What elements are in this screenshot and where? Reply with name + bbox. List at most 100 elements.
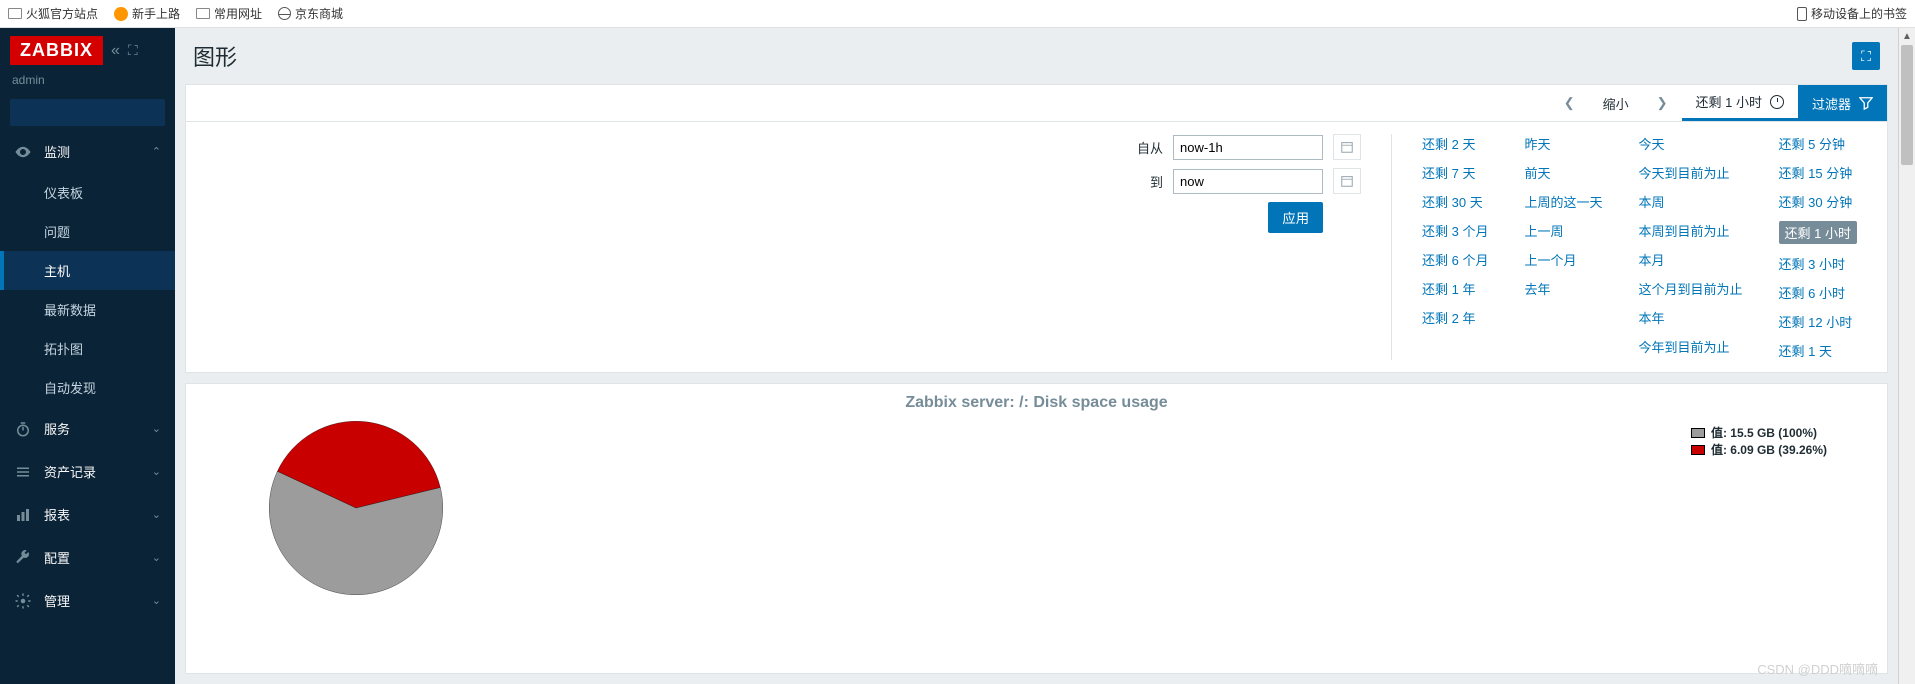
sidebar-item[interactable]: 仪表板 xyxy=(0,173,175,212)
filter-toggle-button[interactable]: 过滤器 xyxy=(1798,85,1887,121)
quick-range-link[interactable]: 上一周 xyxy=(1525,221,1603,240)
quick-range-link[interactable]: 今天 xyxy=(1639,134,1743,153)
bookmark-label: 新手上路 xyxy=(132,5,180,22)
sidebar-search xyxy=(0,95,175,130)
quick-range-link[interactable]: 本周 xyxy=(1639,192,1743,211)
bookmark-item[interactable]: 新手上路 xyxy=(114,5,180,22)
quick-range-link[interactable]: 还剩 1 天 xyxy=(1779,341,1857,360)
quick-range-link[interactable]: 这个月到目前为止 xyxy=(1639,279,1743,298)
quick-range-link[interactable]: 还剩 2 天 xyxy=(1422,134,1488,153)
sidebar-section-reports[interactable]: 报表 ⌄ xyxy=(0,493,175,536)
bookmark-label: 移动设备上的书签 xyxy=(1811,5,1907,22)
time-range-text: 还剩 1 小时 xyxy=(1696,92,1762,111)
calendar-icon xyxy=(1340,174,1354,188)
quick-range-link[interactable]: 还剩 30 分钟 xyxy=(1779,192,1857,211)
fullscreen-button[interactable]: ⛶ xyxy=(1852,42,1880,70)
browser-bookmarks-bar: 火狐官方站点 新手上路 常用网址 京东商城 移动设备上的书签 xyxy=(0,0,1915,28)
quick-range-link[interactable]: 还剩 3 小时 xyxy=(1779,254,1857,273)
bookmarks-left: 火狐官方站点 新手上路 常用网址 京东商城 xyxy=(8,5,343,22)
sidebar-section-label: 服务 xyxy=(44,419,70,438)
quick-range-link[interactable]: 昨天 xyxy=(1525,134,1603,153)
bookmark-label: 京东商城 xyxy=(295,5,343,22)
sidebar-section-admin[interactable]: 管理 ⌄ xyxy=(0,579,175,622)
calendar-icon xyxy=(1340,140,1354,154)
from-calendar-button[interactable] xyxy=(1333,134,1361,160)
sidebar-section-config[interactable]: 配置 ⌄ xyxy=(0,536,175,579)
vertical-scrollbar[interactable]: ▲ xyxy=(1898,28,1915,684)
main-content: 图形 ⛶ ❮ 缩小 ❯ 还剩 1 小时 过滤器 自从 xyxy=(175,28,1898,684)
quick-range-link[interactable]: 去年 xyxy=(1525,279,1603,298)
quick-range-link[interactable]: 还剩 3 个月 xyxy=(1422,221,1488,240)
quick-range-link[interactable]: 还剩 6 小时 xyxy=(1779,283,1857,302)
sidebar-item[interactable]: 问题 xyxy=(0,212,175,251)
globe-icon xyxy=(278,7,291,20)
sidebar-section-monitoring[interactable]: 监测 ⌃ xyxy=(0,130,175,173)
sidebar-header: ZABBIX « ⛶ xyxy=(0,28,175,73)
chevron-down-icon: ⌄ xyxy=(152,594,161,607)
bookmark-item[interactable]: 火狐官方站点 xyxy=(8,5,98,22)
graph-area: Zabbix server: /: Disk space usage 值: 15… xyxy=(185,383,1888,674)
from-input[interactable] xyxy=(1173,135,1323,160)
page-header: 图形 ⛶ xyxy=(175,28,1898,84)
mobile-icon xyxy=(1797,7,1807,21)
quick-range-link[interactable]: 还剩 15 分钟 xyxy=(1779,163,1857,182)
sidebar-section-label: 管理 xyxy=(44,591,70,610)
quick-range-link[interactable]: 上周的这一天 xyxy=(1525,192,1603,211)
quick-range-link[interactable]: 今天到目前为止 xyxy=(1639,163,1743,182)
sidebar-item[interactable]: 拓扑图 xyxy=(0,329,175,368)
quick-range-link[interactable]: 前天 xyxy=(1525,163,1603,182)
quick-range-link[interactable]: 还剩 30 天 xyxy=(1422,192,1488,211)
pie-chart xyxy=(216,418,1867,598)
to-input[interactable] xyxy=(1173,169,1323,194)
bookmark-label: 火狐官方站点 xyxy=(26,5,98,22)
to-label: 到 xyxy=(1150,172,1163,191)
quick-range-link[interactable]: 还剩 1 小时 xyxy=(1779,221,1857,244)
quick-range-link[interactable]: 今年到目前为止 xyxy=(1639,337,1743,356)
legend-swatch xyxy=(1691,445,1705,455)
quick-range-link[interactable]: 还剩 7 天 xyxy=(1422,163,1488,182)
sidebar: ZABBIX « ⛶ admin 监测 ⌃ 仪表板问题主机最新数据拓扑图自动发现… xyxy=(0,28,175,684)
chevron-down-icon: ⌄ xyxy=(152,551,161,564)
quick-range-link[interactable]: 还剩 2 年 xyxy=(1422,308,1488,327)
eye-icon xyxy=(14,143,32,161)
quick-range-link[interactable]: 本年 xyxy=(1639,308,1743,327)
time-next-button[interactable]: ❯ xyxy=(1643,85,1682,121)
scroll-up-icon[interactable]: ▲ xyxy=(1899,28,1915,45)
time-prev-button[interactable]: ❮ xyxy=(1550,85,1589,121)
sidebar-section-services[interactable]: 服务 ⌄ xyxy=(0,407,175,450)
mobile-bookmarks[interactable]: 移动设备上的书签 xyxy=(1797,5,1907,22)
firefox-icon xyxy=(114,7,128,21)
quick-range-link[interactable]: 还剩 1 年 xyxy=(1422,279,1488,298)
legend-text: 值: 15.5 GB (100%) xyxy=(1711,424,1817,441)
bookmark-label: 常用网址 xyxy=(214,5,262,22)
sidebar-item[interactable]: 最新数据 xyxy=(0,290,175,329)
chart-icon xyxy=(14,506,32,524)
zoom-out-label[interactable]: 缩小 xyxy=(1589,85,1643,121)
sidebar-item[interactable]: 自动发现 xyxy=(0,368,175,407)
graph-title: Zabbix server: /: Disk space usage xyxy=(206,394,1867,412)
quick-range-link[interactable]: 还剩 6 个月 xyxy=(1422,250,1488,269)
chart-legend: 值: 15.5 GB (100%) 值: 6.09 GB (39.26%) xyxy=(1691,424,1827,458)
filter-tabs: ❮ 缩小 ❯ 还剩 1 小时 过滤器 xyxy=(185,84,1888,122)
watermark: CSDN @DDD嘀嘀嘀 xyxy=(1757,659,1878,678)
sidebar-item[interactable]: 主机 xyxy=(0,251,175,290)
quick-range-link[interactable]: 上一个月 xyxy=(1525,250,1603,269)
legend-text: 值: 6.09 GB (39.26%) xyxy=(1711,441,1827,458)
time-range-tab[interactable]: 还剩 1 小时 xyxy=(1682,85,1798,121)
quick-range-link[interactable]: 本月 xyxy=(1639,250,1743,269)
to-calendar-button[interactable] xyxy=(1333,168,1361,194)
sidebar-section-inventory[interactable]: 资产记录 ⌄ xyxy=(0,450,175,493)
bookmark-item[interactable]: 京东商城 xyxy=(278,5,343,22)
sidebar-collapse-icon[interactable]: « xyxy=(111,42,120,60)
scroll-thumb[interactable] xyxy=(1901,45,1913,165)
folder-icon xyxy=(8,8,22,19)
legend-swatch xyxy=(1691,428,1705,438)
bookmark-item[interactable]: 常用网址 xyxy=(196,5,262,22)
quick-range-link[interactable]: 本周到目前为止 xyxy=(1639,221,1743,240)
apply-button[interactable]: 应用 xyxy=(1268,202,1323,233)
from-label: 自从 xyxy=(1137,138,1163,157)
sidebar-fullscreen-icon[interactable]: ⛶ xyxy=(128,42,138,59)
quick-range-link[interactable]: 还剩 12 小时 xyxy=(1779,312,1857,331)
clock-icon xyxy=(1770,95,1784,109)
quick-range-link[interactable]: 还剩 5 分钟 xyxy=(1779,134,1857,153)
